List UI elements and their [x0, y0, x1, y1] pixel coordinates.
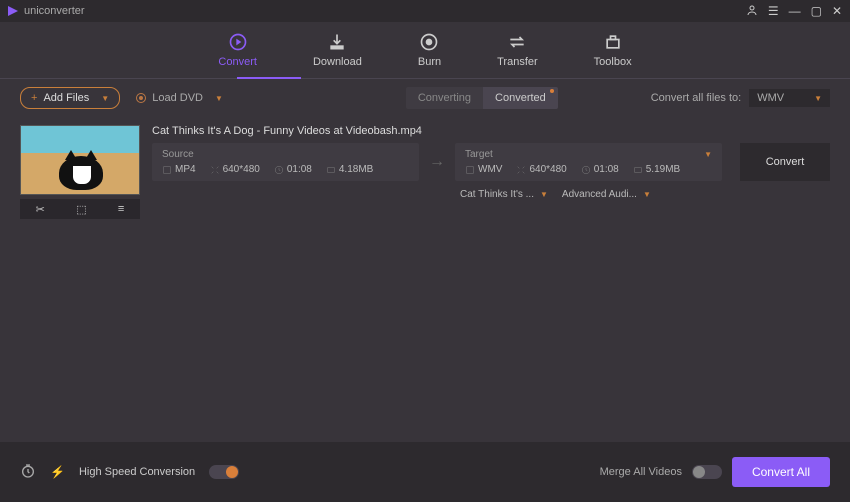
chevron-down-icon: ▼	[101, 94, 109, 103]
maximize-button[interactable]: ▢	[811, 5, 822, 17]
file-name: Cat Thinks It's A Dog - Funny Videos at …	[152, 125, 830, 137]
source-label: Source	[162, 149, 194, 160]
tab-burn-label: Burn	[418, 56, 441, 68]
add-files-label: Add Files	[43, 92, 89, 104]
titlebar: uniconverter ☰ — ▢ ✕	[0, 0, 850, 22]
seg-converting[interactable]: Converting	[406, 87, 483, 109]
file-row: ✂ ⬚ ≡ Cat Thinks It's A Dog - Funny Vide…	[0, 117, 850, 227]
convert-button[interactable]: Convert	[740, 143, 830, 181]
tab-transfer[interactable]: Transfer	[497, 32, 538, 68]
chevron-down-icon: ▼	[814, 94, 822, 103]
tab-transfer-label: Transfer	[497, 56, 538, 68]
add-files-button[interactable]: + Add Files ▼	[20, 87, 120, 109]
footer: ⚡ High Speed Conversion Merge All Videos…	[0, 442, 850, 502]
load-dvd-label: Load DVD	[152, 92, 203, 104]
plus-icon: +	[31, 92, 37, 104]
source-card: Source MP4 640*480 01:08 4.18MB	[152, 143, 419, 181]
chevron-down-icon: ▼	[540, 190, 548, 199]
close-button[interactable]: ✕	[832, 5, 842, 17]
tab-toolbox-label: Toolbox	[594, 56, 632, 68]
chevron-down-icon: ▼	[215, 94, 223, 103]
crop-icon[interactable]: ⬚	[76, 203, 86, 216]
user-icon[interactable]	[746, 4, 758, 18]
audio-select[interactable]: Advanced Audi... ▼	[562, 189, 651, 200]
minimize-button[interactable]: —	[789, 5, 801, 17]
app-logo	[8, 6, 18, 16]
tab-toolbox[interactable]: Toolbox	[594, 32, 632, 68]
high-speed-label: High Speed Conversion	[79, 466, 195, 478]
thumbnail-tools: ✂ ⬚ ≡	[20, 199, 140, 219]
notification-dot	[550, 89, 554, 93]
menu-icon[interactable]: ☰	[768, 5, 779, 17]
target-resolution: 640*480	[529, 164, 566, 175]
source-format: MP4	[175, 164, 196, 175]
tab-download[interactable]: Download	[313, 32, 362, 68]
disc-icon	[136, 93, 146, 103]
status-segmented: Converting Converted	[406, 87, 558, 109]
target-format: WMV	[478, 164, 502, 175]
convert-all-button[interactable]: Convert All	[732, 457, 830, 487]
schedule-icon[interactable]	[20, 463, 36, 482]
output-format-select[interactable]: WMV ▼	[749, 89, 830, 107]
source-duration: 01:08	[287, 164, 312, 175]
seg-converted[interactable]: Converted	[483, 87, 558, 109]
main-tabs: Convert Download Burn Transfer Toolbox	[0, 22, 850, 79]
chevron-down-icon: ▼	[704, 150, 712, 159]
cut-icon[interactable]: ✂	[36, 203, 45, 216]
settings-icon[interactable]: ≡	[118, 203, 124, 215]
target-size: 5.19MB	[646, 164, 680, 175]
convert-all-to-label: Convert all files to:	[651, 92, 741, 104]
load-dvd-button[interactable]: Load DVD ▼	[136, 92, 223, 104]
tab-convert-label: Convert	[218, 56, 257, 68]
target-card[interactable]: Target ▼ WMV 640*480 01:08 5.19MB	[455, 143, 722, 181]
arrow-icon: →	[429, 153, 445, 171]
target-label: Target	[465, 149, 493, 160]
merge-label: Merge All Videos	[600, 466, 682, 478]
tab-convert[interactable]: Convert	[218, 32, 257, 68]
source-size: 4.18MB	[339, 164, 373, 175]
toolbar: + Add Files ▼ Load DVD ▼ Converting Conv…	[0, 79, 850, 117]
output-format-value: WMV	[757, 92, 784, 104]
chevron-down-icon: ▼	[643, 190, 651, 199]
tab-burn[interactable]: Burn	[418, 32, 441, 68]
subtitle-select[interactable]: Cat Thinks It's ... ▼	[460, 189, 548, 200]
merge-toggle[interactable]	[692, 465, 722, 479]
source-resolution: 640*480	[223, 164, 260, 175]
app-title: uniconverter	[24, 5, 85, 17]
target-duration: 01:08	[594, 164, 619, 175]
bolt-icon: ⚡	[50, 465, 65, 479]
video-thumbnail[interactable]	[20, 125, 140, 195]
high-speed-toggle[interactable]	[209, 465, 239, 479]
tab-download-label: Download	[313, 56, 362, 68]
